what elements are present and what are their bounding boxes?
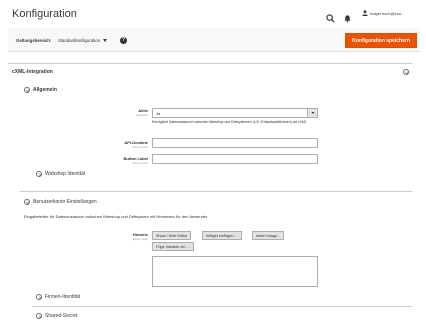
group-title-webshop-identity[interactable]: Webshop Identität [45, 171, 85, 177]
caret-down-icon [103, 38, 108, 43]
save-config-button[interactable]: Konfiguration speichern [345, 33, 417, 48]
user-name: holger.esch@eco... [370, 11, 405, 16]
active-select[interactable]: Ja [152, 108, 318, 118]
toggle-editor-button[interactable]: Show / Hide Editor [152, 231, 192, 240]
button-label-input[interactable] [152, 154, 318, 164]
expand-icon[interactable] [36, 313, 42, 319]
field-scope-active: [website] [136, 113, 148, 117]
group-title-company-identity[interactable]: Firmen-Identität [45, 294, 80, 300]
group-title-shared-secret[interactable]: Shared-Secret [45, 313, 77, 319]
search-icon[interactable] [326, 10, 335, 23]
field-scope-api-domain: [store view] [132, 145, 148, 149]
scope-value: Standardkonfiguration [58, 38, 101, 43]
field-note-active: Ermöglicht Datenaustausch zwischen Websh… [152, 120, 307, 124]
chevron-down-icon [307, 109, 317, 117]
insert-image-button[interactable]: Insert Image... [252, 231, 285, 240]
group-title-general[interactable]: Allgemein [33, 87, 57, 93]
scope-bar: Geltungsbereich: Standardkonfiguration ?… [8, 28, 420, 52]
group-divider [20, 191, 412, 192]
field-scope-button-label: [store view] [132, 161, 148, 165]
page-header: Konfiguration holger.esch@eco... [0, 0, 426, 28]
group-title-user-account[interactable]: Benutzerkonto Einstellungen [33, 199, 97, 205]
scope-switcher[interactable]: Standardkonfiguration [58, 38, 108, 43]
api-domain-input[interactable] [152, 138, 318, 148]
group-description-user-account: Eingabefelder für Datenaustausch zwische… [24, 214, 208, 219]
insert-variable-button[interactable]: Füge Variable ein ... [152, 242, 194, 251]
expand-icon[interactable] [36, 294, 42, 300]
user-menu[interactable]: holger.esch@eco... [362, 10, 404, 17]
bell-icon[interactable] [343, 10, 352, 23]
collapse-icon[interactable] [24, 199, 30, 205]
user-icon [362, 10, 368, 17]
expand-icon[interactable] [36, 171, 42, 177]
section-divider [8, 63, 412, 64]
insert-widget-button[interactable]: Widget einfügen ... [202, 231, 242, 240]
collapse-icon[interactable] [24, 87, 30, 93]
active-select-value: Ja [156, 111, 161, 116]
collapse-icon[interactable] [403, 69, 409, 75]
help-icon[interactable]: ? [120, 37, 127, 44]
section-title[interactable]: cXML-Integration [12, 69, 53, 75]
scope-label: Geltungsbereich: [16, 38, 52, 43]
page-title: Konfiguration [12, 8, 77, 20]
hint-textarea[interactable] [152, 256, 318, 287]
field-scope-hint: [store view] [132, 237, 148, 241]
group-divider [32, 306, 412, 307]
